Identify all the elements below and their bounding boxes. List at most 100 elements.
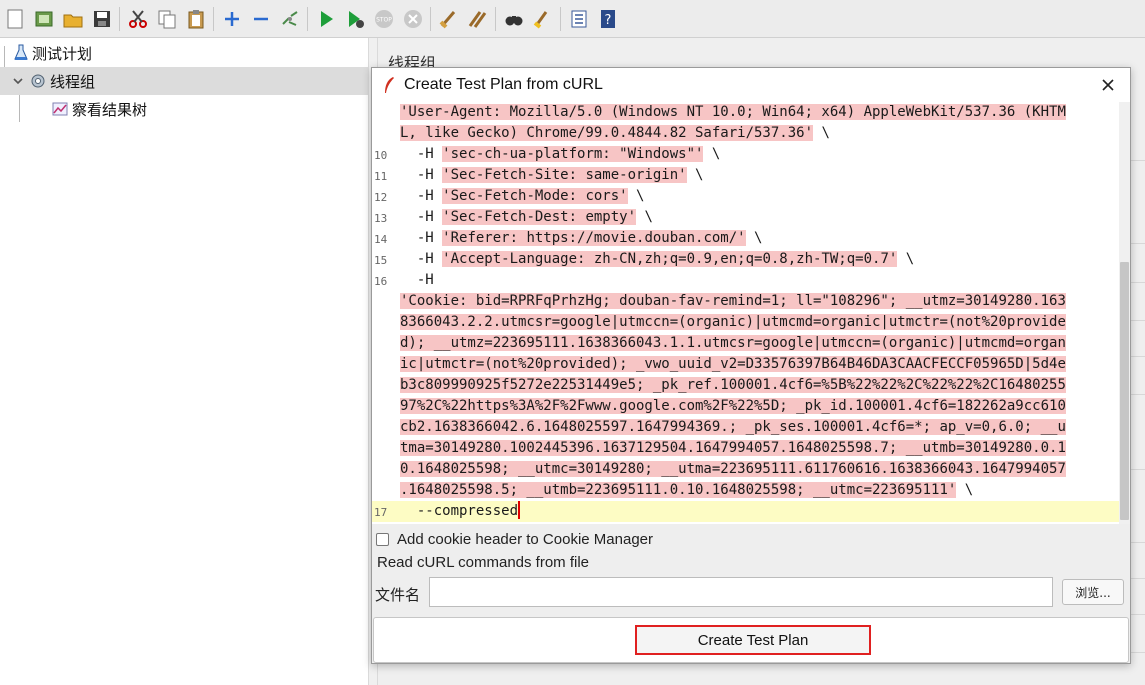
search-icon[interactable] (502, 7, 526, 31)
highlighted-string: L, like Gecko) Chrome/99.0.4844.82 Safar… (400, 125, 814, 141)
create-test-plan-button[interactable]: Create Test Plan (635, 625, 871, 655)
line-number (372, 312, 398, 333)
highlighted-string: 'Sec-Fetch-Dest: empty' (442, 209, 637, 225)
cut-icon[interactable] (126, 7, 150, 31)
shutdown-icon[interactable] (401, 7, 425, 31)
line-number: 12 (374, 191, 388, 204)
code-line: 10 -H 'sec-ch-ua-platform: "Windows"' \ (372, 144, 1119, 165)
curl-import-dialog: Create Test Plan from cURL 'User-Agent: … (371, 67, 1131, 664)
divider (1130, 356, 1145, 357)
highlighted-string: b3c809990925f5272e22531449e5; _pk_ref.10… (400, 377, 1066, 393)
templates-icon[interactable] (32, 7, 56, 31)
code-line: cb2.1638366042.6.1648025597.1647994369.;… (372, 417, 1119, 438)
code-line: 17 --compressed (372, 501, 1119, 522)
highlighted-string: 'Sec-Fetch-Site: same-origin' (442, 167, 687, 183)
editor-scrollbar[interactable] (1119, 102, 1130, 524)
start-icon[interactable] (314, 7, 338, 31)
file-name-input[interactable] (429, 577, 1053, 607)
code-line: 0.1648025598; __utmc=30149280; __utma=22… (372, 459, 1119, 480)
divider (1130, 469, 1145, 470)
tree-item-label: 测试计划 (32, 44, 93, 63)
divider (1130, 578, 1145, 579)
divider (1130, 652, 1145, 653)
code-line: 12 -H 'Sec-Fetch-Mode: cors' \ (372, 186, 1119, 207)
code-line: 15 -H 'Accept-Language: zh-CN,zh;q=0.9,e… (372, 249, 1119, 270)
code-line: 13 -H 'Sec-Fetch-Dest: empty' \ (372, 207, 1119, 228)
function-helper-icon[interactable] (567, 7, 591, 31)
highlighted-string: 'sec-ch-ua-platform: "Windows"' (442, 146, 704, 162)
file-group-title: Read cURL commands from file (377, 554, 590, 571)
file-name-label: 文件名 (375, 586, 421, 604)
curl-code-editor[interactable]: 'User-Agent: Mozilla/5.0 (Windows NT 10.… (372, 102, 1130, 524)
tree-item-view-results-tree[interactable]: 察看结果树 (0, 95, 368, 123)
collapse-icon[interactable] (249, 7, 273, 31)
line-number (372, 123, 398, 144)
highlighted-string: 'User-Agent: Mozilla/5.0 (Windows NT 10.… (400, 104, 1066, 120)
code-text: -H (400, 272, 434, 288)
tree-item-test-plan[interactable]: 测试计划 (0, 39, 368, 67)
highlighted-string: 0.1648025598; __utmc=30149280; __utma=22… (400, 461, 1066, 477)
save-icon[interactable] (90, 7, 114, 31)
dialog-title-bar[interactable]: Create Test Plan from cURL (372, 68, 1130, 102)
svg-text:?: ? (604, 13, 611, 28)
code-text: cb2.1638366042.6.1648025597.1647994369.;… (400, 417, 1066, 438)
line-number (372, 354, 398, 375)
start-no-pause-icon[interactable] (343, 7, 367, 31)
code-line: 11 -H 'Sec-Fetch-Site: same-origin' \ (372, 165, 1119, 186)
code-line: tma=30149280.1002445396.1637129504.16479… (372, 438, 1119, 459)
code-text: --compressed (400, 501, 521, 519)
toggle-icon[interactable] (278, 7, 302, 31)
line-number (372, 417, 398, 438)
line-number: 11 (374, 170, 388, 183)
code-text: L, like Gecko) Chrome/99.0.4844.82 Safar… (400, 125, 830, 141)
line-number: 17 (374, 506, 388, 519)
line-number (372, 480, 398, 501)
code-text: 0.1648025598; __utmc=30149280; __utma=22… (400, 459, 1066, 480)
copy-icon[interactable] (155, 7, 179, 31)
new-icon[interactable] (3, 7, 27, 31)
toolbar-separator (119, 6, 120, 31)
code-text: .1648025598.5; __utmb=223695111.0.10.164… (400, 482, 974, 498)
expand-icon[interactable] (220, 7, 244, 31)
test-plan-icon (14, 44, 28, 62)
line-number (372, 291, 398, 312)
code-text: tma=30149280.1002445396.1637129504.16479… (400, 438, 1066, 459)
highlighted-string: tma=30149280.1002445396.1637129504.16479… (400, 440, 1066, 456)
toolbar-separator (213, 6, 214, 31)
line-number (372, 438, 398, 459)
feather-icon (382, 76, 396, 94)
paste-icon[interactable] (184, 7, 208, 31)
close-icon[interactable] (1098, 75, 1118, 95)
highlighted-string: 'Sec-Fetch-Mode: cors' (442, 188, 628, 204)
line-number (372, 102, 398, 123)
stop-icon[interactable]: STOP (372, 7, 396, 31)
toolbar-separator (495, 6, 496, 31)
file-group: Read cURL commands from file 文件名 浏览... (372, 554, 1130, 610)
tree-item-thread-group[interactable]: 线程组 (0, 67, 368, 95)
code-line: L, like Gecko) Chrome/99.0.4844.82 Safar… (372, 123, 1119, 144)
chevron-down-icon[interactable] (12, 75, 24, 87)
line-number: 15 (374, 254, 388, 267)
browse-button[interactable]: 浏览... (1062, 579, 1124, 605)
reset-search-icon[interactable] (531, 7, 555, 31)
test-plan-tree: 测试计划 线程组 察看结果树 (0, 38, 368, 685)
code-line: b3c809990925f5272e22531449e5; _pk_ref.10… (372, 375, 1119, 396)
help-icon[interactable]: ? (596, 7, 620, 31)
code-text: 'Cookie: bid=RPRFqPrhzHg; douban-fav-rem… (400, 291, 1066, 312)
cookie-checkbox[interactable] (376, 532, 389, 546)
highlighted-string: 8366043.2.2.utmcsr=google|utmccn=(organi… (400, 314, 1066, 330)
divider (1130, 243, 1145, 244)
code-line: 97%2C%22https%3A%2F%2Fwww.google.com%2F%… (372, 396, 1119, 417)
open-icon[interactable] (61, 7, 85, 31)
clear-icon[interactable] (437, 7, 461, 31)
scrollbar-thumb[interactable] (1120, 262, 1129, 520)
toolbar-separator (430, 6, 431, 31)
cookie-option[interactable]: Add cookie header to Cookie Manager (376, 528, 653, 550)
svg-text:STOP: STOP (376, 16, 392, 23)
clear-all-icon[interactable] (466, 7, 490, 31)
code-line: ic|utmctr=(not%20provided); _vwo_uuid_v2… (372, 354, 1119, 375)
line-number (372, 333, 398, 354)
line-number: 10 (374, 149, 388, 162)
divider (1130, 542, 1145, 543)
divider (1130, 160, 1145, 161)
